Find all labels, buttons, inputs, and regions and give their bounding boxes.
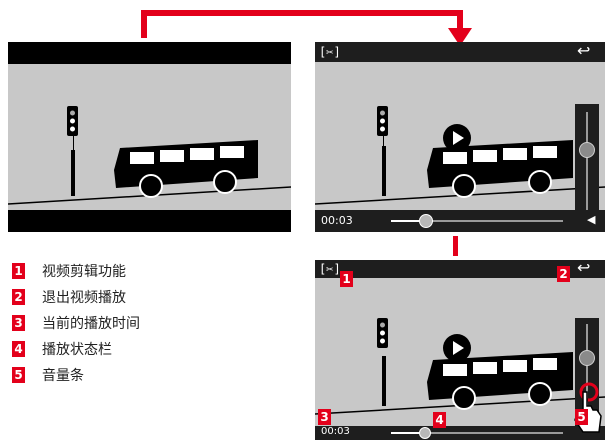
- legend-label: 播放状态栏: [42, 342, 112, 358]
- speaker-icon[interactable]: ◀: [587, 213, 595, 226]
- legend-item: 4 播放状态栏: [12, 340, 232, 360]
- playback-screen: [✂] ↩ 00:03 ◀: [315, 42, 605, 232]
- legend-item: 1 视频剪辑功能: [12, 262, 232, 282]
- legend-item: 3 当前的播放时间: [12, 314, 232, 334]
- legend-item: 5 音量条: [12, 366, 232, 386]
- annotation-badge-3: 3: [318, 409, 331, 425]
- legend-label: 退出视频播放: [42, 290, 126, 306]
- video-scene: [315, 318, 605, 415]
- playback-status-bar: 00:03: [315, 426, 605, 440]
- legend-badge: 2: [12, 289, 25, 305]
- playback-screen-annotated: [✂] ↩ 00:03: [315, 260, 605, 440]
- volume-track: [586, 112, 588, 210]
- playback-time: 00:03: [321, 426, 350, 437]
- video-preview-screen: [8, 42, 291, 232]
- playback-status-bar: 00:03 ◀: [315, 210, 605, 232]
- legend-label: 当前的播放时间: [42, 316, 140, 332]
- annotation-badge-1: 1: [340, 271, 353, 287]
- progress-track[interactable]: [391, 220, 563, 222]
- legend-badge: 3: [12, 315, 25, 331]
- volume-knob[interactable]: [579, 350, 595, 366]
- annotation-badge-5: 5: [575, 409, 588, 425]
- legend-badge: 4: [12, 341, 25, 357]
- legend-label: 视频剪辑功能: [42, 264, 126, 280]
- legend-item: 2 退出视频播放: [12, 288, 232, 308]
- annotation-badge-2: 2: [557, 266, 570, 282]
- progress-track[interactable]: [391, 432, 563, 434]
- connector-line: [453, 236, 458, 256]
- progress-knob[interactable]: [419, 214, 433, 228]
- annotation-badge-4: 4: [433, 412, 446, 428]
- playback-time: 00:03: [321, 214, 353, 227]
- legend-badge: 5: [12, 367, 25, 383]
- video-scene: [315, 106, 605, 205]
- legend-label: 音量条: [42, 368, 84, 384]
- legend-badge: 1: [12, 263, 25, 279]
- volume-knob[interactable]: [579, 142, 595, 158]
- video-scene: [8, 106, 291, 205]
- progress-knob[interactable]: [419, 427, 431, 439]
- volume-bar-panel[interactable]: [575, 104, 599, 222]
